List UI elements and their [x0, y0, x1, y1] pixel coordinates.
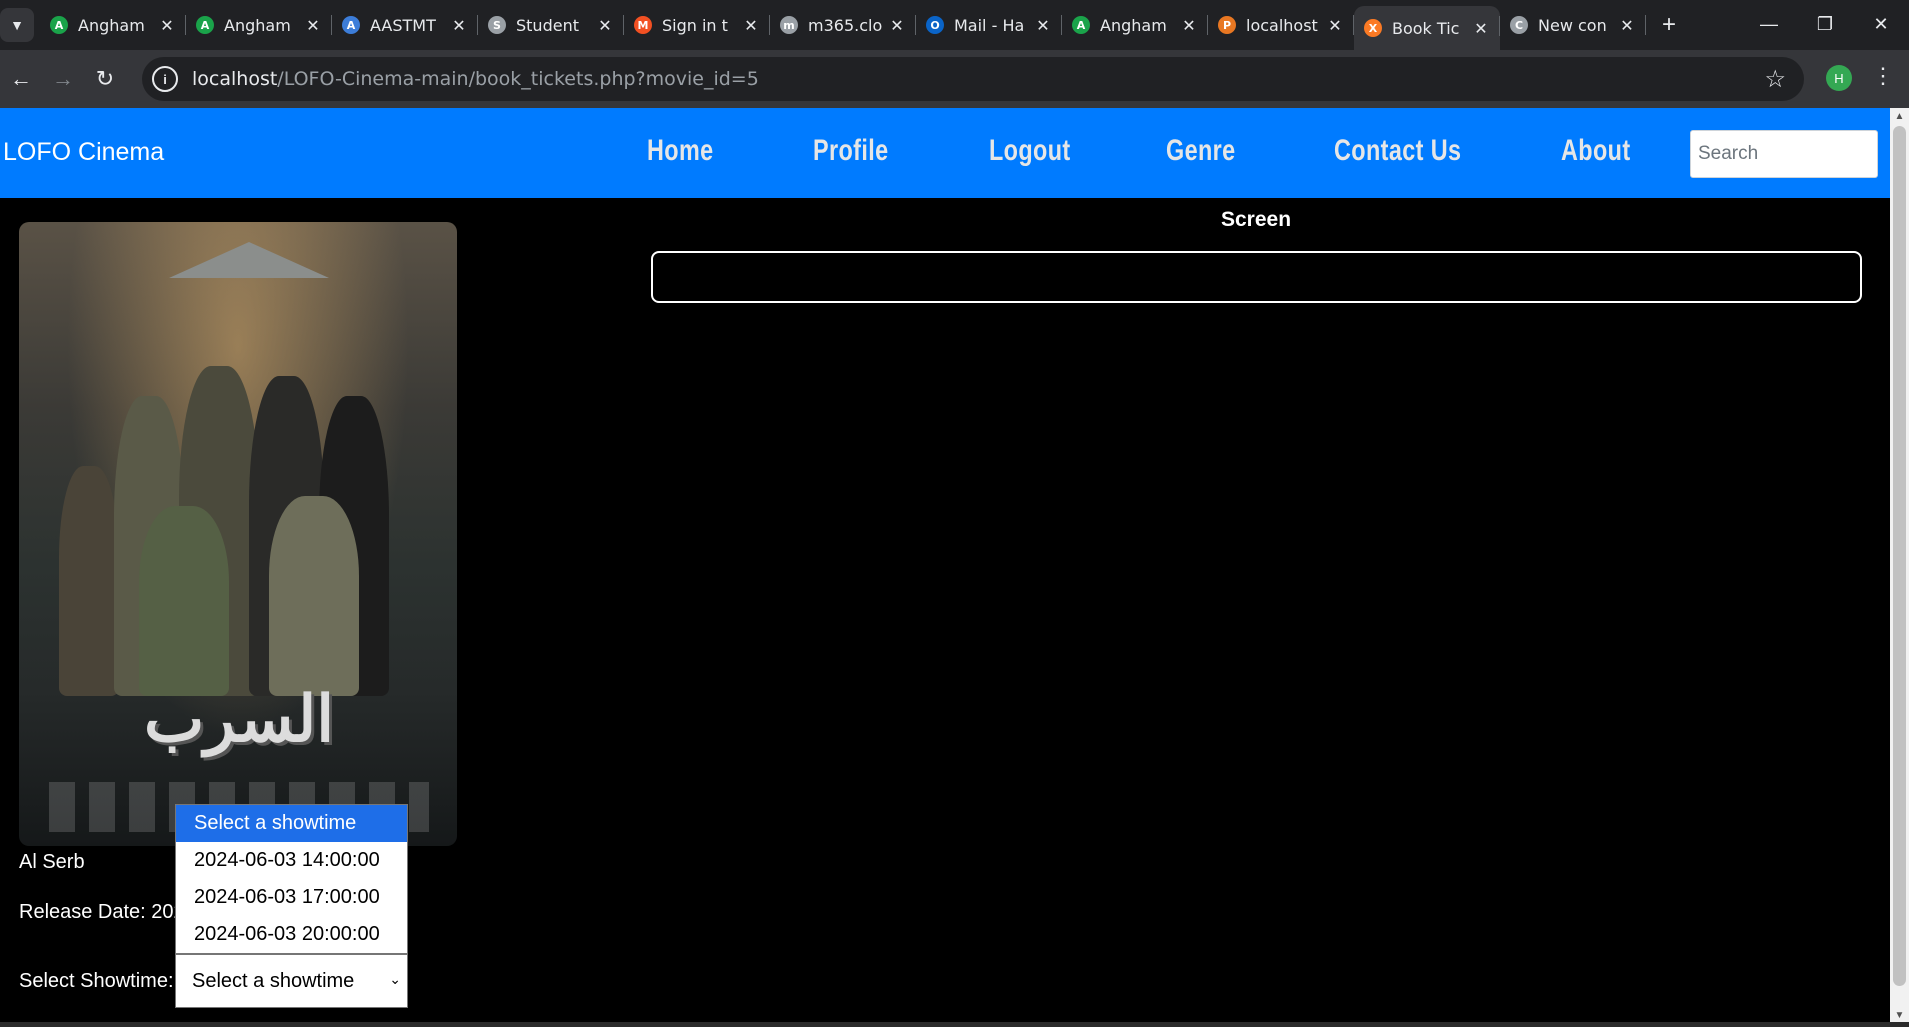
scrollbar-thumb[interactable] [1893, 126, 1906, 986]
browser-tab[interactable]: Plocalhost ✕ [1208, 5, 1354, 45]
nav-logout-link[interactable]: Logout [989, 134, 1071, 168]
forward-icon[interactable]: → [42, 59, 84, 99]
tab-favicon-icon: A [342, 16, 360, 34]
site-info-icon[interactable]: i [152, 66, 178, 92]
showtime-select-value: Select a showtime [192, 969, 355, 992]
screen-label: Screen [1221, 208, 1292, 231]
nav-home-link[interactable]: Home [647, 134, 714, 168]
tab-title: Student [516, 15, 579, 35]
nav-contact-link[interactable]: Contact Us [1334, 134, 1461, 168]
tab-strip: ▼ A Angham ✕ A Angham ✕ A AASTMT ✕ S Student ✕ M Sign… [0, 0, 1909, 50]
browser-tab[interactable]: O Mail - Ha ✕ [916, 5, 1062, 45]
poster-jet-shape [169, 242, 329, 278]
tab-close-icon[interactable]: ✕ [742, 16, 760, 35]
showtime-label: Select Showtime: [19, 970, 174, 992]
page-content: LOFO Cinema Home Profile Logout Genre Co… [0, 108, 1890, 1024]
site-navbar: LOFO Cinema Home Profile Logout Genre Co… [0, 108, 1890, 198]
tab-close-icon[interactable]: ✕ [888, 16, 906, 35]
poster-figure [269, 496, 359, 696]
browser-tab[interactable]: X Book Tic ✕ [1354, 6, 1500, 50]
tab-favicon-icon: S [488, 16, 506, 34]
address-bar[interactable]: i localhost/LOFO-Cinema-main/book_ticket… [142, 57, 1804, 101]
window-controls: — ❐ ✕ [1741, 0, 1909, 48]
search-input[interactable] [1690, 130, 1878, 178]
browser-tab[interactable]: A Angham ✕ [1062, 5, 1208, 45]
tab-title: Angham [1100, 15, 1167, 35]
screen-area [651, 251, 1862, 303]
tab-favicon-icon: P [1218, 16, 1236, 34]
tab-close-icon[interactable]: ✕ [1034, 16, 1052, 35]
tab-favicon-icon: A [1072, 16, 1090, 34]
showtime-option[interactable]: 2024-06-03 14:00:00 [176, 842, 407, 879]
chevron-down-icon: ⌄ [389, 971, 401, 987]
url-path: /LOFO-Cinema-main/book_tickets.php?movie… [277, 68, 759, 90]
tab-close-icon[interactable]: ✕ [1472, 19, 1490, 38]
tab-favicon-icon: A [196, 16, 214, 34]
tab-favicon-icon: m [780, 16, 798, 34]
showtime-select[interactable]: Select a showtime ⌄ [175, 954, 408, 1008]
tab-close-icon[interactable]: ✕ [1618, 16, 1636, 35]
tab-favicon-icon: M [634, 16, 652, 34]
browser-tab[interactable]: A Angham ✕ [40, 5, 186, 45]
browser-tab[interactable]: m m365.clo ✕ [770, 5, 916, 45]
movie-poster: السرب [19, 222, 457, 846]
tab-title: Sign in t [662, 15, 728, 35]
page-scrollbar[interactable]: ▲ ▼ [1890, 108, 1909, 1024]
new-tab-button[interactable]: + [1652, 8, 1686, 42]
bookmark-star-icon[interactable]: ☆ [1764, 65, 1786, 94]
close-window-icon[interactable]: ✕ [1853, 0, 1909, 48]
address-toolbar: ← → ↻ i localhost/LOFO-Cinema-main/book_… [0, 50, 1909, 108]
tab-title: Angham [224, 15, 291, 35]
restore-icon[interactable]: ❐ [1797, 0, 1853, 48]
nav-profile-link[interactable]: Profile [813, 134, 889, 168]
browser-tab[interactable]: S Student ✕ [478, 5, 624, 45]
back-icon[interactable]: ← [0, 59, 42, 99]
poster-title: السرب [144, 682, 336, 757]
profile-avatar[interactable]: H [1826, 65, 1852, 91]
browser-tab[interactable]: A Angham ✕ [186, 5, 332, 45]
tab-close-icon[interactable]: ✕ [596, 16, 614, 35]
tab-favicon-icon: X [1364, 19, 1382, 37]
tab-title: Angham [78, 15, 145, 35]
browser-menu-icon[interactable]: ⋮ [1872, 63, 1894, 89]
nav-about-link[interactable]: About [1561, 134, 1631, 168]
url-text[interactable]: localhost/LOFO-Cinema-main/book_tickets.… [192, 68, 759, 90]
showtime-option[interactable]: 2024-06-03 20:00:00 [176, 916, 407, 953]
tab-close-icon[interactable]: ✕ [1326, 16, 1344, 35]
minimize-icon[interactable]: — [1741, 0, 1797, 48]
tab-title: Mail - Ha [954, 15, 1025, 35]
showtime-option[interactable]: Select a showtime [176, 805, 407, 842]
release-date: Release Date: 2024 [19, 901, 179, 923]
tab-favicon-icon: A [50, 16, 68, 34]
browser-tab[interactable]: C New con ✕ [1500, 5, 1646, 45]
tab-title: AASTMT [370, 15, 436, 35]
tab-title: m365.clo [808, 15, 883, 35]
poster-figure [59, 466, 119, 696]
tab-search-button[interactable]: ▼ [0, 8, 34, 42]
reload-icon[interactable]: ↻ [84, 59, 126, 99]
brand-link[interactable]: LOFO Cinema [3, 138, 164, 167]
movie-title: Al Serb [19, 851, 85, 873]
tab-close-icon[interactable]: ✕ [158, 16, 176, 35]
tab-favicon-icon: O [926, 16, 944, 34]
browser-tab[interactable]: A AASTMT ✕ [332, 5, 478, 45]
tab-close-icon[interactable]: ✕ [304, 16, 322, 35]
bottom-edge [0, 1022, 1909, 1027]
tab-close-icon[interactable]: ✕ [450, 16, 468, 35]
scroll-up-icon[interactable]: ▲ [1890, 108, 1909, 125]
browser-tab[interactable]: M Sign in t ✕ [624, 5, 770, 45]
poster-figure [139, 506, 229, 696]
showtime-dropdown: Select a showtime 2024-06-03 14:00:00 20… [175, 804, 408, 954]
url-host: localhost [192, 68, 278, 90]
tab-title: Book Tic [1392, 18, 1460, 38]
showtime-option[interactable]: 2024-06-03 17:00:00 [176, 879, 407, 916]
nav-genre-link[interactable]: Genre [1166, 134, 1236, 168]
tab-favicon-icon: C [1510, 16, 1528, 34]
tab-title: New con [1538, 15, 1607, 35]
tab-title: localhost [1246, 15, 1318, 35]
tab-close-icon[interactable]: ✕ [1180, 16, 1198, 35]
